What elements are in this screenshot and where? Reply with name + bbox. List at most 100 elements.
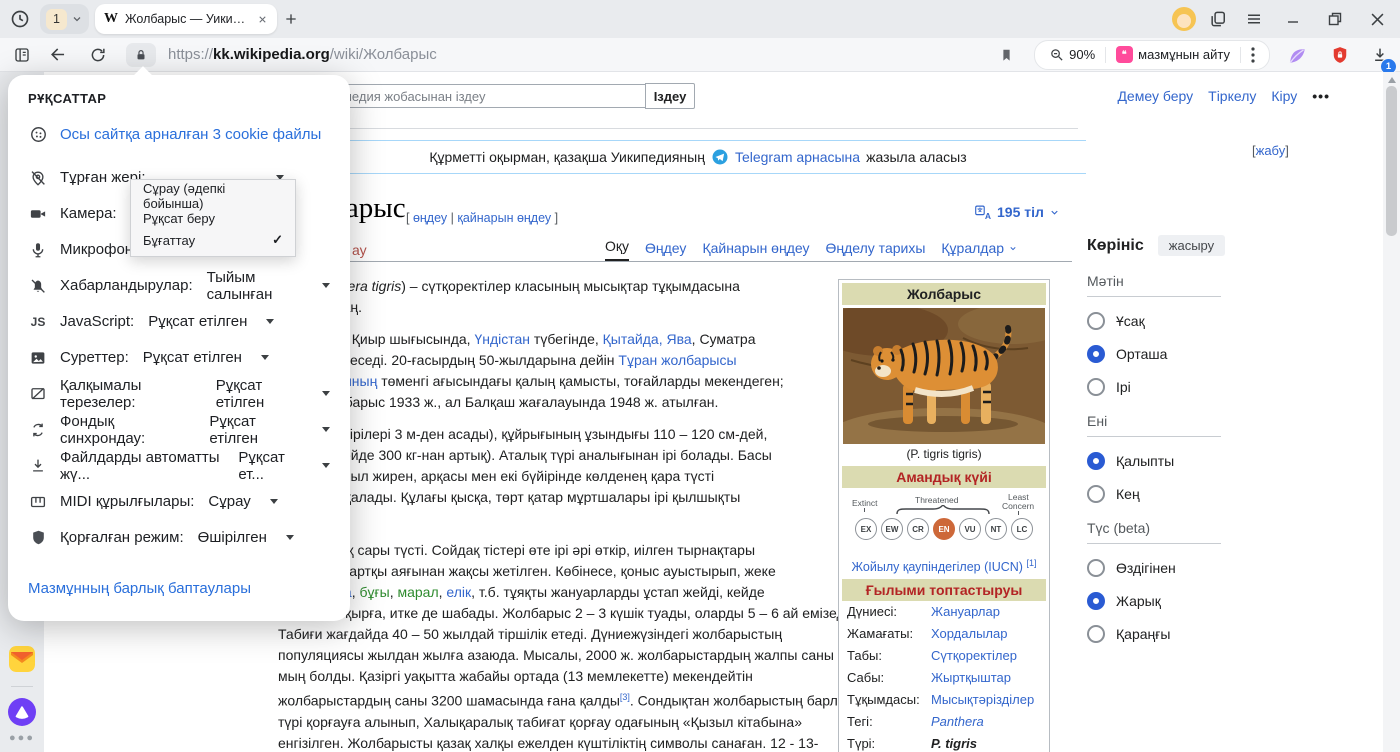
wiki-search-button[interactable]: Іздеу	[645, 83, 695, 109]
wiki-search-input[interactable]	[310, 84, 646, 108]
radio-option[interactable]: Қалыпты	[1087, 452, 1325, 470]
tab-read[interactable]: Оқу	[605, 238, 629, 261]
yandex-pen-icon[interactable]	[1284, 41, 1312, 69]
back-button[interactable]	[44, 41, 72, 69]
radio-option[interactable]: Қараңғы	[1087, 625, 1325, 643]
permission-row-auto-download[interactable]: Файлдарды автоматты жү... Рұқсат ет...	[28, 455, 330, 476]
new-tab-button[interactable]	[277, 5, 305, 33]
radio-icon[interactable]	[1087, 592, 1105, 610]
radio-icon[interactable]	[1087, 312, 1105, 330]
telegram-link[interactable]: Telegram арнасына	[735, 149, 860, 165]
chevron-down-icon	[1049, 207, 1060, 218]
permission-dropdown-menu: Сұрау (әдепкі бойынша) ✓ Рұқсат беру ✓ Б…	[130, 179, 296, 257]
microphone-icon	[28, 241, 48, 259]
tiger-image[interactable]	[843, 308, 1045, 444]
taxon-link[interactable]: Хордалылар	[931, 625, 1007, 643]
history-clock-icon[interactable]	[6, 5, 34, 33]
talk-tab-fragment[interactable]: ау	[352, 242, 367, 258]
dropdown-item-ask[interactable]: Сұрау (әдепкі бойынша) ✓	[131, 185, 295, 207]
maximize-button[interactable]	[1318, 5, 1352, 33]
sidebar-toggle-icon[interactable]	[8, 41, 36, 69]
iucn-circle-VU: VU	[959, 518, 981, 540]
radio-option[interactable]: Кең	[1087, 485, 1325, 503]
taxon-link[interactable]: Сүтқоректілер	[931, 647, 1017, 665]
iucn-status-link[interactable]: Жойылу қаупіндегілер (IUCN) [1]	[842, 556, 1046, 579]
zoom-control[interactable]: 90%	[1039, 47, 1105, 62]
radio-option[interactable]: Жарық	[1087, 592, 1325, 610]
tab-group-chip[interactable]: 1	[40, 4, 89, 34]
page-scrollbar[interactable]	[1383, 72, 1400, 752]
tab-history[interactable]: Өңделу тарихы	[826, 240, 926, 261]
radio-icon[interactable]	[1087, 452, 1105, 470]
view-tabs-divider	[310, 261, 1072, 262]
scrollbar-up-arrow[interactable]	[1388, 77, 1396, 83]
scrollbar-thumb[interactable]	[1386, 86, 1397, 236]
radio-icon[interactable]	[1087, 378, 1105, 396]
permission-row-midi[interactable]: MIDI құрылғылары: Сұрау	[28, 491, 330, 512]
permission-row-notifications[interactable]: Хабарландырулар: Тыйым салынған	[28, 275, 330, 296]
article-paragraph: (лат. Panthera tigris) – сүтқоректілер к…	[278, 276, 840, 318]
taxon-rank: Табы:	[847, 647, 931, 665]
more-actions-icon[interactable]	[1241, 47, 1265, 63]
taxon-link[interactable]: Мысықтәрізділер	[931, 691, 1034, 709]
donate-link[interactable]: Демеу беру	[1117, 88, 1193, 104]
yandex-mail-icon[interactable]	[0, 646, 44, 672]
bookmark-flag-icon[interactable]	[992, 41, 1020, 69]
tab-edit-source[interactable]: Қайнарын өңдеу	[702, 240, 809, 261]
all-content-settings-link[interactable]: Мазмұнның барлық баптаулары	[28, 580, 330, 597]
more-user-links[interactable]: •••	[1312, 88, 1330, 104]
side-panels-icon[interactable]	[1204, 5, 1232, 33]
taxon-link[interactable]: Жыртқыштар	[931, 669, 1011, 687]
banner-close-link[interactable]: [жабу]	[1252, 143, 1289, 158]
profile-avatar[interactable]	[1172, 7, 1196, 31]
permission-label: Қалқымалы терезелер:	[60, 377, 202, 411]
read-aloud-button[interactable]: ❝ мазмұнын айту	[1106, 46, 1240, 63]
taxon-link[interactable]: Жануарлар	[931, 603, 1000, 621]
taxonomy-row: Табы:Сүтқоректілер	[842, 645, 1046, 667]
radio-icon[interactable]	[1087, 625, 1105, 643]
radio-option[interactable]: Өздігінен	[1087, 559, 1325, 577]
reload-button[interactable]	[84, 41, 112, 69]
permission-row-javascript[interactable]: JS JavaScript: Рұқсат етілген	[28, 311, 330, 332]
taxon-rank: Тұқымдасы:	[847, 691, 931, 709]
protect-shield-icon[interactable]	[1326, 41, 1354, 69]
downloads-button[interactable]: 1	[1368, 43, 1392, 67]
permission-label: MIDI құрылғылары:	[60, 493, 194, 510]
register-link[interactable]: Тіркелу	[1208, 88, 1256, 104]
radio-option[interactable]: Ұсақ	[1087, 312, 1325, 330]
radio-option[interactable]: Орташа	[1087, 345, 1325, 363]
login-link[interactable]: Кіру	[1271, 88, 1297, 104]
tab-tools[interactable]: Құралдар	[941, 240, 1018, 261]
radio-option[interactable]: Ірі	[1087, 378, 1325, 396]
dropdown-item-block[interactable]: Бұғаттау ✓	[131, 229, 295, 251]
taxonomy-header: Ғылыми топтастыруы	[842, 579, 1046, 601]
title-edit-links[interactable]: [ өңдеу | қайнарын өңдеу ]	[406, 211, 558, 225]
status-ref[interactable]: [1]	[1026, 558, 1036, 568]
cookies-link[interactable]: Осы сайтқа арналған 3 cookie файлы	[60, 126, 321, 143]
chevron-down-icon	[1008, 244, 1018, 253]
chevron-down-icon	[322, 283, 330, 288]
radio-icon[interactable]	[1087, 485, 1105, 503]
permission-row-popups[interactable]: Қалқымалы терезелер: Рұқсат етілген	[28, 383, 330, 404]
browser-tab[interactable]: W Жолбарыс — Уикипедия	[95, 4, 277, 34]
permission-row-images[interactable]: Суреттер: Рұқсат етілген	[28, 347, 330, 368]
sidebar-more-icon[interactable]: ●●●	[0, 732, 44, 744]
taxon-link[interactable]: Panthera	[931, 713, 984, 731]
cookie-icon	[28, 125, 48, 144]
language-selector[interactable]: A 195 тіл	[975, 204, 1060, 220]
alice-assistant-icon[interactable]	[0, 698, 44, 726]
minimize-button[interactable]	[1276, 5, 1310, 33]
tab-edit[interactable]: Өңдеу	[645, 240, 686, 261]
cookies-row[interactable]: Осы сайтқа арналған 3 cookie файлы	[28, 125, 330, 144]
menu-icon[interactable]	[1240, 5, 1268, 33]
appearance-hide-button[interactable]: жасыру	[1158, 235, 1225, 256]
permission-row-background-sync[interactable]: Фондық синхрондау: Рұқсат етілген	[28, 419, 330, 440]
close-window-button[interactable]	[1360, 5, 1394, 33]
permission-value: Тыйым салынған	[207, 269, 303, 303]
radio-icon[interactable]	[1087, 345, 1105, 363]
permission-row-protected-mode[interactable]: Қорғалған режим: Өшірілген	[28, 527, 330, 548]
site-lock-icon[interactable]	[126, 43, 156, 67]
address-bar-url[interactable]: https://kk.wikipedia.org/wiki/Жолбарыс	[168, 46, 437, 63]
tab-close-icon[interactable]	[257, 14, 268, 25]
radio-icon[interactable]	[1087, 559, 1105, 577]
